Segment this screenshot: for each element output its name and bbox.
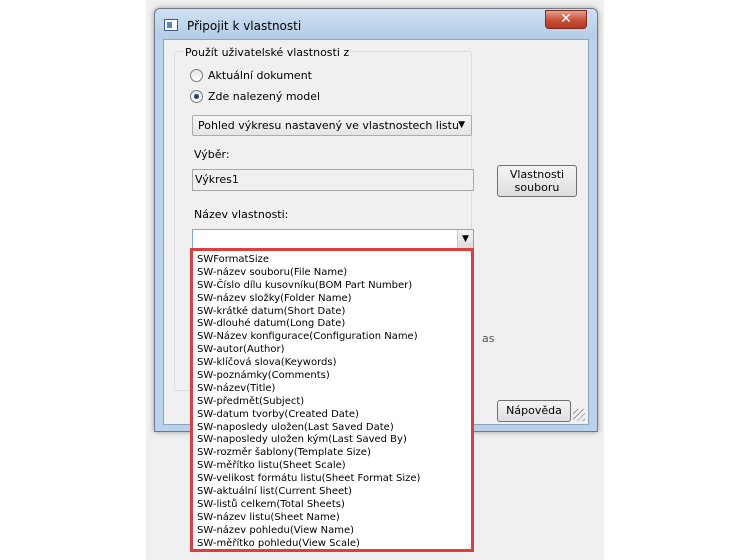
resize-grip-icon[interactable]: [573, 409, 585, 421]
close-icon: ✕: [560, 11, 572, 27]
radio-label: Aktuální dokument: [208, 69, 312, 82]
close-button[interactable]: ✕: [545, 10, 587, 29]
background-right: [604, 0, 750, 560]
dropdown-item[interactable]: SW-název složky(Folder Name): [193, 293, 471, 306]
dropdown-item[interactable]: SW-název(Title): [193, 383, 471, 396]
dropdown-item[interactable]: SW-klíčová slova(Keywords): [193, 357, 471, 370]
file-properties-label-line1: Vlastnosti: [509, 168, 565, 181]
background-left: [0, 0, 146, 560]
dropdown-item[interactable]: SW-Název konfigurace(Configuration Name): [193, 331, 471, 344]
radio-model-found-here[interactable]: Zde nalezený model: [190, 90, 320, 103]
property-name-dropdown-list[interactable]: SWFormatSize SW-název souboru(File Name) S…: [190, 248, 474, 552]
selection-field: Výkres1: [192, 169, 474, 191]
dropdown-item[interactable]: SW-měřítko listu(Sheet Scale): [193, 460, 471, 473]
property-name-label: Název vlastnosti:: [194, 208, 289, 221]
dropdown-item[interactable]: SW-datum tvorby(Created Date): [193, 409, 471, 422]
chevron-down-icon[interactable]: ▼: [457, 230, 473, 248]
file-properties-label-line2: souboru: [514, 181, 560, 194]
selection-value: Výkres1: [195, 173, 239, 186]
dropdown-item[interactable]: SW-název souboru(File Name): [193, 267, 471, 280]
dropdown-item[interactable]: SW-naposledy uložen kým(Last Saved By): [193, 434, 471, 447]
radio-label: Zde nalezený model: [208, 90, 321, 103]
title-bar[interactable]: Připojit k vlastnosti ✕: [155, 9, 597, 39]
dropdown-item[interactable]: SW-předmět(Subject): [193, 396, 471, 409]
dropdown-item[interactable]: SW-rozměr šablony(Template Size): [193, 447, 471, 460]
dropdown-item[interactable]: SWFormatSize: [193, 254, 471, 267]
dropdown-item[interactable]: SW-měřítko pohledu(View Scale): [193, 538, 471, 551]
help-button[interactable]: Nápověda: [497, 400, 571, 422]
dropdown-item[interactable]: SW-velikost formátu listu(Sheet Format S…: [193, 473, 471, 486]
obscured-text: as: [482, 332, 495, 345]
radio-selected-icon[interactable]: [190, 90, 203, 103]
dropdown-item[interactable]: SW-Číslo dílu kusovníku(BOM Part Number): [193, 280, 471, 293]
property-name-combo[interactable]: ▼: [192, 229, 474, 249]
dropdown-item[interactable]: SW-aktuální list(Current Sheet): [193, 486, 471, 499]
group-label: Použít uživatelské vlastnosti z: [183, 46, 352, 59]
file-properties-button[interactable]: Vlastnosti souboru: [497, 165, 577, 197]
dropdown-item[interactable]: SW-název listu(Sheet Name): [193, 512, 471, 525]
dropdown-item[interactable]: SW-naposledy uložen(Last Saved Date): [193, 422, 471, 435]
selection-label: Výběr:: [194, 148, 230, 161]
dropdown-item[interactable]: SW-poznámky(Comments): [193, 370, 471, 383]
dropdown-item[interactable]: SW-dlouhé datum(Long Date): [193, 318, 471, 331]
radio-circle-icon[interactable]: [190, 69, 203, 82]
window-icon: [164, 19, 178, 31]
dialog-title: Připojit k vlastnosti: [187, 19, 302, 33]
radio-current-document[interactable]: Aktuální dokument: [190, 69, 312, 82]
dropdown-item[interactable]: SW-krátké datum(Short Date): [193, 306, 471, 319]
chevron-down-icon[interactable]: ▼: [458, 120, 465, 130]
dropdown-item[interactable]: SW-listů celkem(Total Sheets): [193, 499, 471, 512]
dropdown-item[interactable]: SW-název pohledu(View Name): [193, 525, 471, 538]
view-source-value: Pohled výkresu nastavený ve vlastnostech…: [198, 119, 459, 132]
view-source-select[interactable]: Pohled výkresu nastavený ve vlastnostech…: [192, 115, 472, 136]
dropdown-item[interactable]: SW-autor(Author): [193, 344, 471, 357]
